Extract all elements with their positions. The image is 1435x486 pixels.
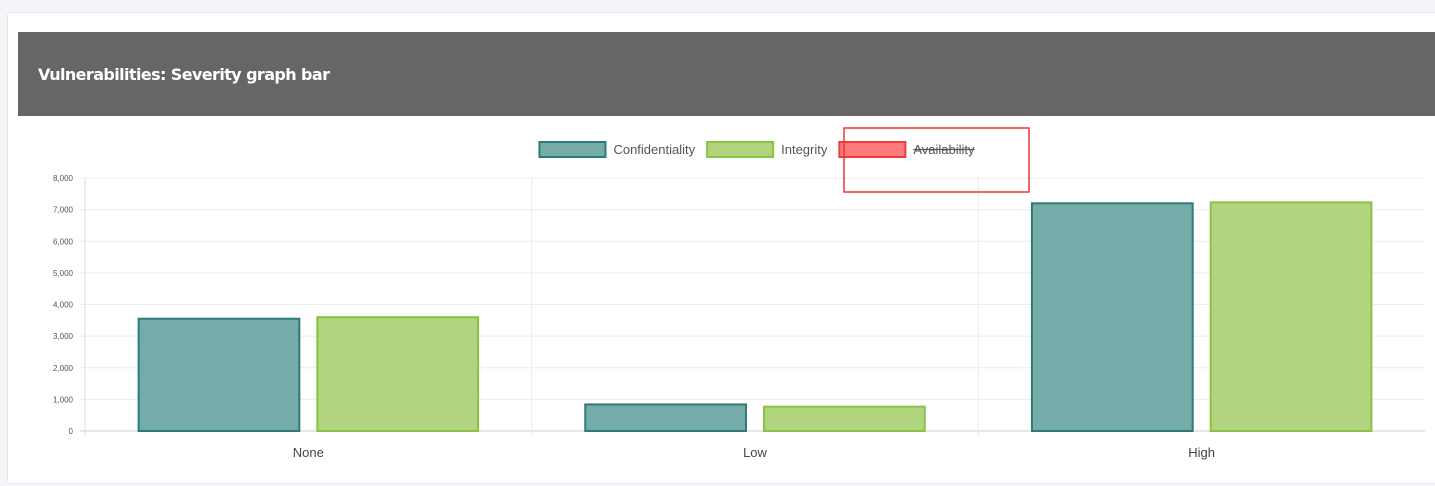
- legend-item-integrity[interactable]: Integrity: [706, 141, 828, 158]
- x-tick-label: High: [1188, 445, 1215, 460]
- legend-swatch-integrity: [706, 141, 775, 158]
- x-axis-ticks: None Low High: [293, 445, 1215, 460]
- legend-item-availability[interactable]: Availability: [838, 141, 975, 158]
- legend-label-integrity: Integrity: [781, 142, 828, 157]
- x-tick-label: None: [293, 445, 324, 460]
- bar-integrity-none[interactable]: [316, 316, 480, 432]
- y-tick-label: 1,000: [53, 395, 74, 404]
- bar-integrity-low[interactable]: [763, 405, 926, 432]
- y-tick-label: 0: [69, 427, 74, 436]
- y-tick-label: 8,000: [53, 174, 74, 183]
- y-tick-label: 5,000: [53, 269, 74, 278]
- bar-confidentiality-high[interactable]: [1030, 202, 1194, 432]
- bar-confidentiality-low[interactable]: [584, 403, 747, 432]
- legend-highlight-box: [843, 127, 1030, 193]
- y-tick-label: 6,000: [53, 237, 74, 246]
- legend-swatch-availability: [838, 141, 907, 158]
- y-axis-ticks: 8,000 7,000 6,000 5,000 4,000 3,000 2,000 1,000…: [53, 174, 74, 436]
- bar-integrity-high[interactable]: [1209, 201, 1373, 432]
- y-tick-label: 3,000: [53, 332, 74, 341]
- y-tick-label: 2,000: [53, 364, 74, 373]
- bar-confidentiality-none[interactable]: [137, 317, 301, 433]
- y-tick-label: 4,000: [53, 301, 74, 310]
- legend-swatch-confidentiality: [538, 141, 607, 158]
- y-tick-label: 7,000: [53, 206, 74, 215]
- x-tick-label: Low: [743, 445, 767, 460]
- severity-bar-chart: 8,000 7,000 6,000 5,000 4,000 3,000 2,000 1,000…: [53, 127, 1425, 460]
- legend-label-confidentiality: Confidentiality: [613, 142, 695, 157]
- legend-item-confidentiality[interactable]: Confidentiality: [538, 141, 696, 158]
- legend[interactable]: Confidentiality Integrity Availability: [538, 141, 975, 158]
- bars: [137, 201, 1373, 433]
